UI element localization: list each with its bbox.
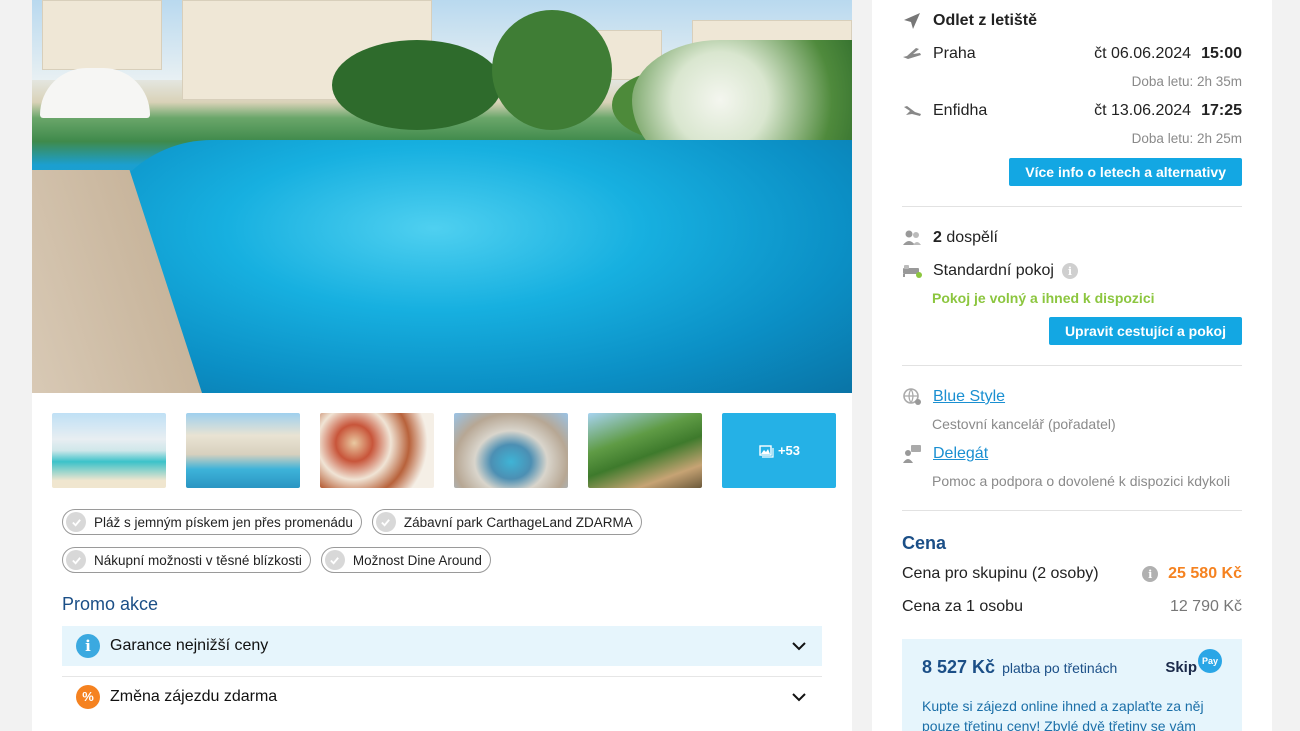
flight-info-button[interactable]: Více info o letech a alternativy [1009,158,1242,186]
room-row: Standardní pokoj i [902,261,1242,281]
thumbnail-courtyard[interactable] [454,413,568,488]
group-price-value: 25 580 Kč [1168,565,1242,582]
person-price-row: Cena za 1 osobu 12 790 Kč [902,598,1242,616]
delegate-description: Pomoc a podpora o dovolené k dispozici k… [932,473,1231,489]
check-icon [66,512,86,532]
organizer-role: Cestovní kancelář (pořadatel) [932,416,1116,432]
highlight-label: Možnost Dine Around [352,552,482,568]
booking-summary-card: Odlet z letiště Praha čt 06.06.2024 15:0… [872,0,1272,731]
departure-date: čt 06.06.2024 [1094,45,1192,62]
promo-free-change-accordion[interactable]: % Změna zájezdu zdarma [62,676,822,716]
promo-lowest-price-accordion[interactable]: i Garance nejnižší ceny [62,626,822,666]
skippay-logo: Skip Pay [1165,649,1222,681]
chevron-down-icon [792,693,806,702]
group-price-row: Cena pro skupinu (2 osoby) i 25 580 Kč [902,565,1242,583]
return-time: 17:25 [1201,102,1242,119]
skippay-suffix: platba po třetinách [1002,660,1118,676]
thumbnail-park[interactable] [588,413,702,488]
people-icon [903,230,921,245]
hero-pool [92,140,852,393]
highlight-tag: Pláž s jemným pískem jen přes promenádu [62,509,362,535]
info-icon: i [76,634,100,658]
plane-landing-icon [904,106,921,116]
promo-item-label: Změna zájezdu zdarma [110,687,278,705]
thumbnail-pool[interactable] [186,413,300,488]
organizer-link[interactable]: Blue Style [933,388,1005,406]
divider [902,365,1242,366]
person-price-value: 12 790 Kč [1169,598,1242,615]
flights-header: Odlet z letiště [902,11,1242,31]
flight-outbound: Praha čt 06.06.2024 15:00 [902,45,1242,63]
delegate-row: Delegát [902,444,1242,464]
person-price-label: Cena za 1 osobu [902,598,1023,615]
highlight-tag: Možnost Dine Around [320,547,491,573]
check-icon [324,550,345,570]
support-person-icon [903,445,921,463]
group-price-label: Cena pro skupinu (2 osoby) [902,565,1099,582]
check-icon [375,512,396,532]
outbound-duration: Doba letu: 2h 35m [1131,74,1242,89]
chevron-down-icon [792,642,806,651]
promo-title: Promo akce [62,594,159,614]
skippay-amount: 8 527 Kč [922,657,996,677]
skippay-box: 8 527 Kč platba po třetinách Skip Pay Kup… [902,639,1242,731]
gallery-icon [759,444,774,458]
hero-photo[interactable] [32,0,852,393]
hero-trees [332,40,502,130]
departure-time: 15:00 [1201,45,1242,62]
gallery-thumbnails: +53 [52,413,836,488]
room-availability: Pokoj je volný a ihned k dispozici [932,290,1155,306]
edit-travellers-button[interactable]: Upravit cestující a pokoj [1048,317,1242,345]
hero-building [42,0,162,70]
highlight-tag: Zábavní park CarthageLand ZDARMA [371,509,642,535]
hero-palm [492,10,612,130]
thumbnail-beach[interactable] [52,413,166,488]
highlight-label: Pláž s jemným pískem jen přes promenádu [94,514,353,530]
room-info-icon[interactable]: i [1061,263,1078,279]
bed-icon [903,265,922,278]
flight-info-button-wrap: Více info o letech a alternativy [902,158,1242,186]
price-title: Cena [902,533,947,553]
highlight-tag: Nákupní možnosti v těsné blízkosti [62,547,311,573]
return-date: čt 13.06.2024 [1094,102,1192,119]
check-icon [66,550,86,570]
highlight-label: Nákupní možnosti v těsné blízkosti [94,552,302,568]
skippay-logo-badge: Pay [1198,649,1222,673]
hotel-highlights: Pláž s jemným pískem jen přes promenádu … [62,509,742,585]
navigation-arrow-icon [904,13,920,29]
globe-person-icon [903,388,921,405]
divider [902,206,1242,207]
adults-count: 2 [933,229,942,246]
info-icon[interactable]: i [1142,566,1159,582]
travellers-row: 2 dospělí [902,228,1242,248]
return-duration: Doba letu: 2h 25m [1131,131,1242,146]
arrival-city: Enfidha [933,102,988,119]
skippay-description: Kupte si zájezd online ihned a zaplaťte … [922,698,1204,731]
skippay-logo-text: Skip [1165,659,1197,676]
organizer-row: Blue Style [902,387,1242,407]
room-type: Standardní pokoj [933,262,1054,279]
delegate-link[interactable]: Delegát [933,445,988,463]
highlight-label: Zábavní park CarthageLand ZDARMA [403,514,633,530]
plane-takeoff-icon [903,48,921,59]
thumbnail-food[interactable] [320,413,434,488]
flights-title: Odlet z letiště [933,12,1038,29]
promo-item-label: Garance nejnižší ceny [110,637,269,654]
hotel-gallery-card: +53 Pláž s jemným pískem jen přes promen… [32,0,852,731]
edit-button-wrap: Upravit cestující a pokoj [902,317,1242,345]
more-photos-button[interactable]: +53 [722,413,836,488]
departure-city: Praha [933,45,976,62]
percent-icon: % [76,684,100,709]
adults-label: dospělí [946,229,998,246]
divider [902,510,1242,511]
more-photos-count: +53 [777,443,801,458]
flight-return: Enfidha čt 13.06.2024 17:25 [902,102,1242,120]
